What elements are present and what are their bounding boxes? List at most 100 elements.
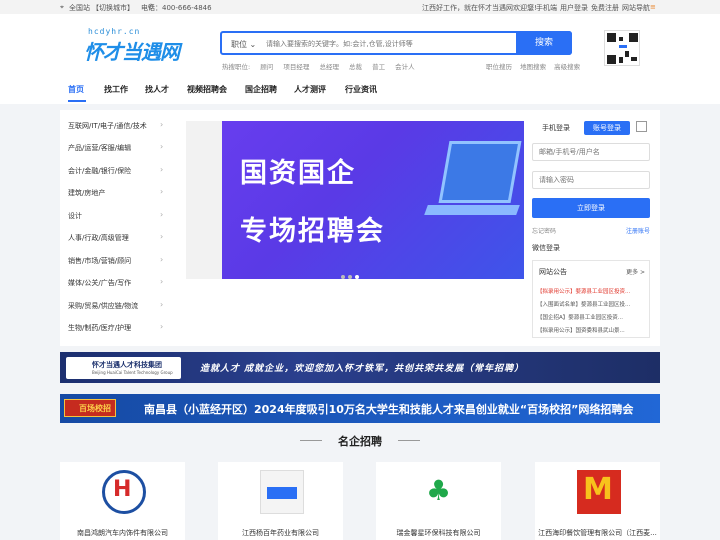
qr-login-icon[interactable] (636, 121, 647, 132)
login-panel: 手机登录 账号登录 立即登录 忘记密码 注册账号 微信登录 网站公告 更多 > … (528, 118, 652, 343)
notice-board: 网站公告 更多 > 【拟录用公示】婺源县工业园区投资... 【入围面试名单】婺源… (532, 260, 650, 338)
nav-find-talent[interactable]: 找人才 (145, 84, 169, 95)
hot-item[interactable]: 项目经理 (283, 63, 309, 71)
notice-item[interactable]: 【入围面试名单】婺源县工业园区投... (537, 300, 647, 308)
banner-side-image (186, 121, 222, 279)
search-link[interactable]: 高级搜索 (554, 63, 580, 71)
laptop-base-illustration (424, 205, 520, 215)
notice-more-link[interactable]: 更多 > (626, 267, 645, 276)
category-item[interactable]: 采购/贸易/供应链/物流 (68, 301, 138, 311)
notice-item[interactable]: 【拟录用公示】国资委和县武山景... (537, 326, 647, 334)
company-name: 瑞金馨星环保科技有限公司 (396, 529, 481, 537)
welcome-text: 江西好工作，就在怀才当遇网欢迎您! (422, 4, 537, 12)
category-item[interactable]: 建筑/房地产 (68, 188, 105, 198)
search-box: 职位 ⌄ 搜索 (220, 31, 572, 55)
switch-city-link[interactable]: 【切换城市】 (92, 3, 134, 13)
chevron-right-icon: › (160, 142, 164, 151)
carousel-dot[interactable] (348, 275, 352, 279)
company-name: 南昌鸿朗汽车内饰件有限公司 (77, 529, 168, 537)
category-item[interactable]: 销售/市场/营销/顾问 (68, 256, 131, 266)
nav-home[interactable]: 首页 (68, 84, 84, 95)
current-location: 全国站 (69, 4, 90, 12)
chevron-right-icon: › (160, 210, 164, 219)
hot-item[interactable]: 会计人 (395, 63, 415, 71)
chevron-right-icon: › (160, 322, 164, 331)
top-bar: ⌖ 全国站 【切换城市】 ✆ 电话：400-666-4846 江西好工作，就在怀… (0, 0, 720, 14)
free-register-link[interactable]: 免费注册 (591, 3, 619, 13)
wechat-login-link[interactable]: 微信登录 (532, 243, 560, 253)
password-field[interactable] (532, 171, 650, 189)
company-name: 江西海印餐饮管理有限公司（江西麦... (538, 529, 657, 537)
chevron-right-icon: › (160, 120, 164, 129)
notice-title: 网站公告 (539, 268, 567, 276)
site-nav-link[interactable]: 网站导航 (622, 3, 650, 13)
nav-video-fair[interactable]: 视频招聘会 (187, 84, 227, 95)
category-item[interactable]: 媒体/公关/广告/写作 (68, 278, 131, 288)
nav-soe-jobs[interactable]: 国企招聘 (245, 84, 277, 95)
company-logo: H (102, 470, 146, 514)
hot-item[interactable]: 总经理 (319, 63, 339, 71)
username-field[interactable] (532, 143, 650, 161)
chevron-right-icon: › (160, 232, 164, 241)
register-account-link[interactable]: 注册账号 (626, 226, 650, 235)
company-card[interactable]: 江西杨百年药业有限公司 (218, 462, 343, 540)
notice-item[interactable]: 【国企招A】婺源县工业园区投资... (537, 313, 647, 321)
section-title: 名企招聘 (338, 435, 382, 448)
notice-item[interactable]: 【拟录用公示】婺源县工业园区投资... (537, 287, 647, 295)
hot-item[interactable]: 普工 (372, 63, 385, 71)
chevron-right-icon: › (160, 165, 164, 174)
chevron-right-icon: › (160, 300, 164, 309)
nav-industry-news[interactable]: 行业资讯 (345, 84, 377, 95)
category-item[interactable]: 设计 (68, 211, 82, 221)
company-card[interactable]: M 江西海印餐饮管理有限公司（江西麦... (535, 462, 660, 540)
group-logo: 怀才当遇人才科技集团 Beijing HuaiCai Talent Techno… (66, 357, 181, 379)
company-name: 江西杨百年药业有限公司 (242, 529, 319, 537)
qr-code-icon (604, 30, 640, 66)
search-category-select[interactable]: 职位 ⌄ (231, 39, 256, 50)
tab-account-login[interactable]: 账号登录 (584, 121, 630, 135)
site-logo[interactable]: 怀才当遇网 (84, 36, 180, 65)
nav-find-job[interactable]: 找工作 (104, 84, 128, 95)
category-item[interactable]: 人事/行政/高级管理 (68, 233, 129, 243)
nav-assessment[interactable]: 人才测评 (294, 84, 326, 95)
category-item[interactable]: 互联网/IT/电子/通信/技术 (68, 121, 147, 131)
hot-label: 热搜职位: (222, 63, 251, 71)
hot-item[interactable]: 总裁 (349, 63, 362, 71)
laptop-illustration (438, 141, 522, 203)
category-item[interactable]: 会计/金融/银行/保险 (68, 166, 131, 176)
chevron-right-icon: › (160, 277, 164, 286)
carousel-dot-active[interactable] (355, 275, 359, 279)
search-link[interactable]: 地图搜索 (520, 63, 546, 71)
campus-fair-logo: 百场校招 (64, 399, 116, 417)
hot-searches: 热搜职位: 顾问 项目经理 总经理 总裁 普工 会计人 (222, 61, 423, 71)
logo-domain: hcdyhr.cn (88, 27, 141, 36)
company-card[interactable]: ♣ 瑞金馨星环保科技有限公司 (376, 462, 501, 540)
phone-number: 电话：400-666-4846 (141, 4, 212, 12)
location-pin-icon: ⌖ (60, 3, 64, 11)
company-card[interactable]: H 南昌鸿朗汽车内饰件有限公司 (60, 462, 185, 540)
mobile-icon: ▯ (529, 3, 533, 11)
strip-slogan: 造就人才 成就企业，欢迎您加入怀才铁军，共创共荣共发展（常年招聘） (200, 364, 525, 374)
mobile-link[interactable]: 手机端 (536, 3, 557, 13)
user-login-link[interactable]: 用户登录 (560, 3, 588, 13)
hero-banner[interactable]: 国资国企 专场招聘会 (186, 121, 524, 279)
carousel-dot[interactable] (341, 275, 345, 279)
menu-icon[interactable]: ≡ (650, 3, 656, 11)
login-button[interactable]: 立即登录 (532, 198, 650, 218)
hot-item[interactable]: 顾问 (260, 63, 273, 71)
company-logo: M (577, 470, 621, 514)
banner-title-line1: 国资国企 (240, 158, 356, 189)
forgot-password-link[interactable]: 忘记密码 (532, 226, 556, 235)
campus-fair-banner[interactable]: 百场校招 南昌县（小蓝经开区）2024年度吸引10万名大学生和技能人才来昌创业就… (60, 394, 660, 423)
search-link[interactable]: 职位搜历 (486, 63, 512, 71)
chevron-right-icon: › (160, 187, 164, 196)
company-logo: ♣ (426, 474, 452, 507)
category-item[interactable]: 生物/制药/医疗/护理 (68, 323, 131, 333)
recruitment-strip-banner[interactable]: 怀才当遇人才科技集团 Beijing HuaiCai Talent Techno… (60, 352, 660, 383)
tab-phone-login[interactable]: 手机登录 (534, 121, 578, 135)
search-links: 职位搜历 地图搜索 高级搜索 (486, 61, 586, 71)
category-item[interactable]: 产品/运营/客服/编辑 (68, 143, 131, 153)
banner-title-line2: 专场招聘会 (240, 216, 385, 247)
search-button[interactable]: 搜索 (516, 31, 572, 55)
search-input[interactable] (266, 36, 516, 52)
